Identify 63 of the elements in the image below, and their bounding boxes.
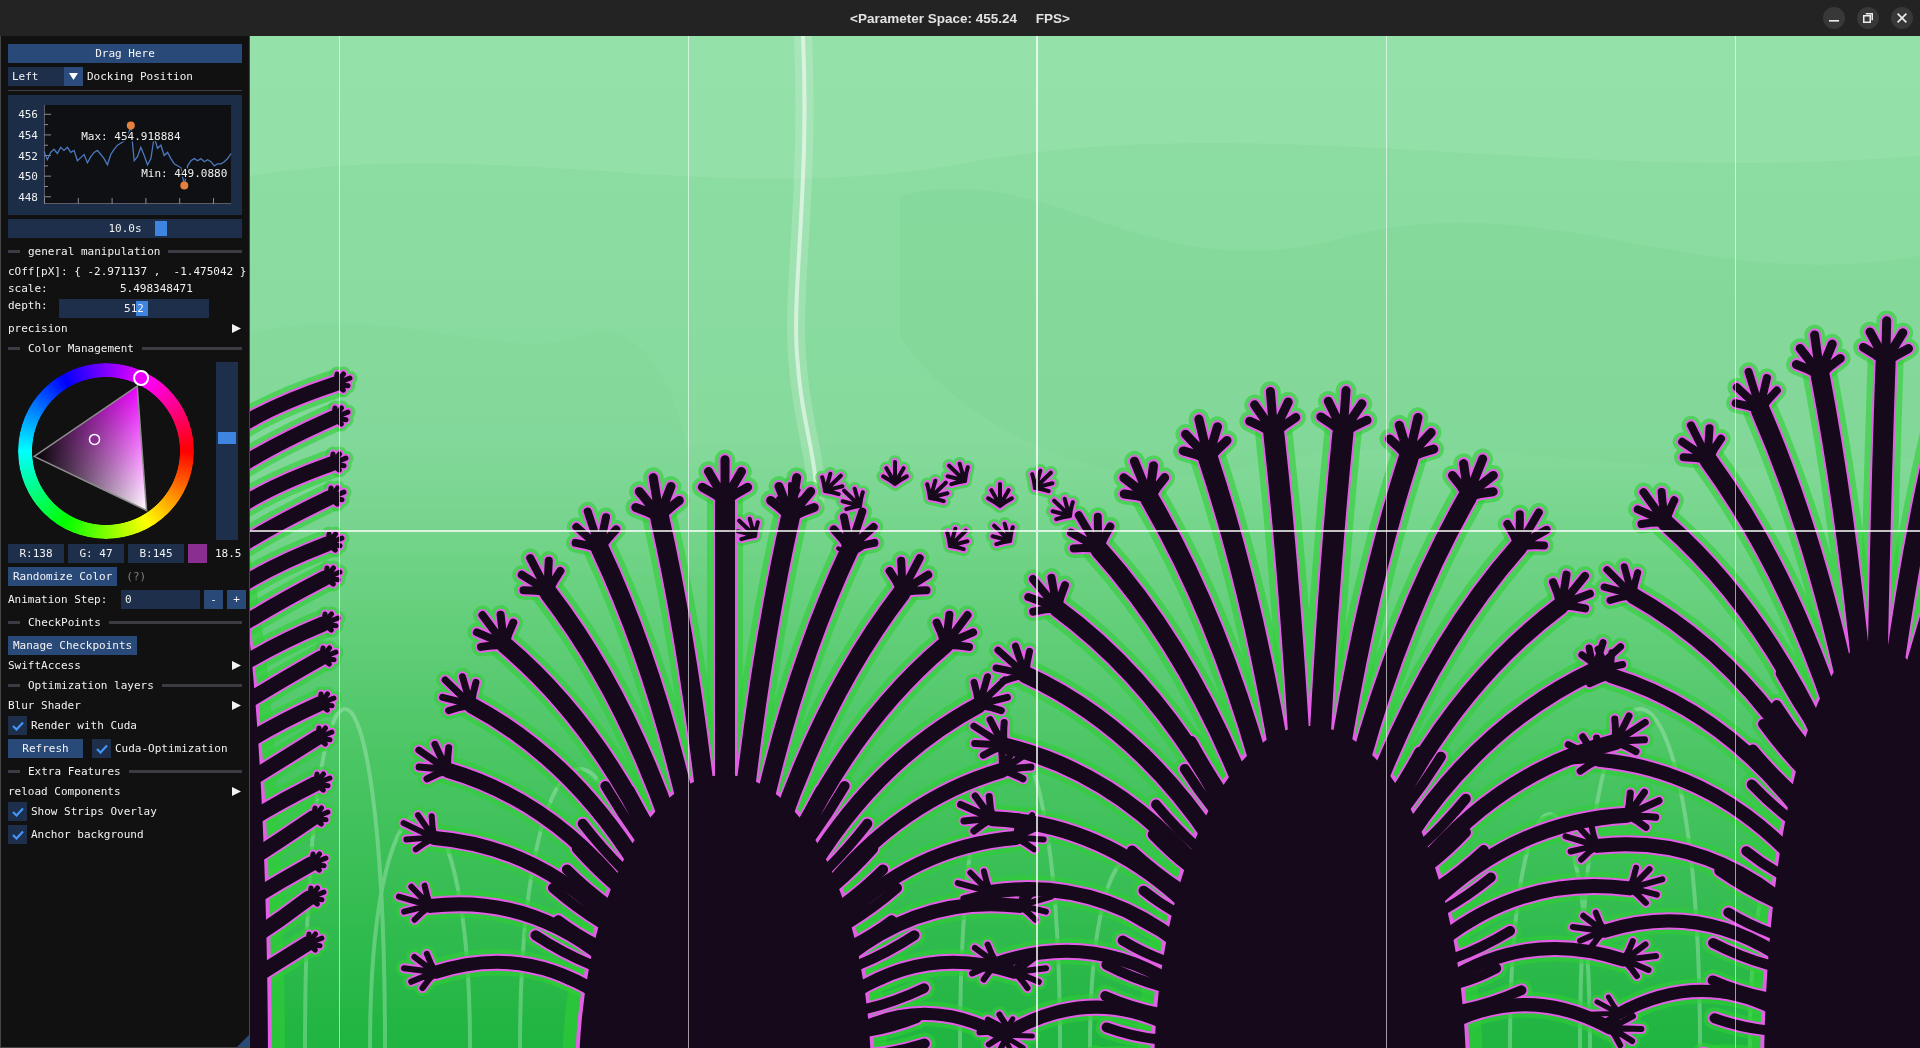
tick-label: 448	[18, 190, 38, 204]
close-button[interactable]	[1891, 7, 1913, 29]
slider-handle[interactable]	[154, 221, 167, 236]
drag-handle[interactable]: Drag Here	[8, 44, 242, 63]
readout-text: cOff[pX]: { -2.971137 , -1.475042 }	[8, 265, 247, 278]
step-button[interactable]: +	[227, 590, 246, 609]
value-text: 18.5	[215, 546, 242, 562]
section-header: Optimization layers	[28, 679, 154, 692]
restore-button[interactable]	[1857, 7, 1879, 29]
tick-label: 454	[18, 128, 38, 142]
value-text: 5.498348471	[120, 282, 194, 295]
checkbox-label[interactable]: Cuda-Optimization	[115, 742, 228, 755]
max-point	[126, 121, 135, 130]
collapsible-header[interactable]: Blur Shader	[8, 699, 242, 712]
input-field[interactable]: 0	[121, 590, 200, 609]
slider-handle[interactable]	[218, 431, 236, 444]
dropdown[interactable]: Left	[8, 67, 83, 86]
tick-label: 452	[18, 149, 38, 163]
section-header: general manipulation	[28, 245, 161, 258]
checkmark-icon	[11, 806, 24, 817]
checkbox[interactable]	[8, 802, 27, 821]
section-header: Color Management	[28, 342, 134, 355]
color-channel-field[interactable]: B:145	[128, 544, 184, 563]
color-handle[interactable]	[88, 433, 101, 446]
hue-handle[interactable]	[133, 370, 150, 386]
checkmark-icon	[11, 829, 24, 840]
checkbox[interactable]	[92, 739, 111, 758]
color-channel-field[interactable]: G: 47	[68, 544, 124, 563]
checkbox[interactable]	[8, 716, 27, 735]
checkbox-label[interactable]: Render with Cuda	[31, 719, 137, 732]
step-button[interactable]: -	[204, 590, 223, 609]
minimize-icon	[1829, 19, 1839, 22]
section-header: Extra Features	[28, 765, 121, 778]
dropdown-label: Docking Position	[87, 70, 193, 83]
checkmark-icon	[95, 743, 108, 754]
checkmark-icon	[11, 720, 24, 731]
field-label: scale:	[8, 282, 49, 295]
checkbox-label[interactable]: Show Strips Overlay	[31, 805, 157, 818]
collapsible-header[interactable]: precision	[8, 322, 242, 335]
checkbox-label[interactable]: Anchor background	[31, 828, 144, 841]
tick-label: 456	[18, 108, 38, 122]
checkbox[interactable]	[8, 825, 27, 844]
close-icon	[1897, 13, 1907, 23]
resize-grip-icon[interactable]	[237, 1035, 249, 1047]
color-channel-field[interactable]: R:138	[8, 544, 64, 563]
collapsible-header[interactable]: SwiftAccess	[8, 659, 242, 672]
swatch-icon[interactable]	[188, 544, 207, 563]
vertical-slider[interactable]	[216, 362, 238, 540]
window-title: <Parameter Space: 455.24 FPS>	[850, 10, 1070, 26]
tick-label: 450	[18, 170, 38, 184]
action-button[interactable]: Refresh	[8, 739, 83, 758]
section-header: CheckPoints	[28, 616, 101, 629]
slider[interactable]: 10.0s	[8, 219, 242, 238]
action-button[interactable]: Manage Checkpoints	[8, 636, 138, 655]
restore-icon	[1863, 13, 1873, 23]
min-point	[180, 181, 189, 190]
field-label: Animation Step:	[8, 593, 109, 606]
collapsible-header[interactable]: reload Components	[8, 785, 242, 798]
slider-label: depth:	[8, 299, 49, 312]
saturation-value-triangle[interactable]	[32, 384, 148, 512]
minimize-button[interactable]	[1823, 7, 1845, 29]
action-button[interactable]: Randomize Color	[8, 567, 118, 586]
help-marker[interactable]: (?)	[126, 570, 147, 583]
